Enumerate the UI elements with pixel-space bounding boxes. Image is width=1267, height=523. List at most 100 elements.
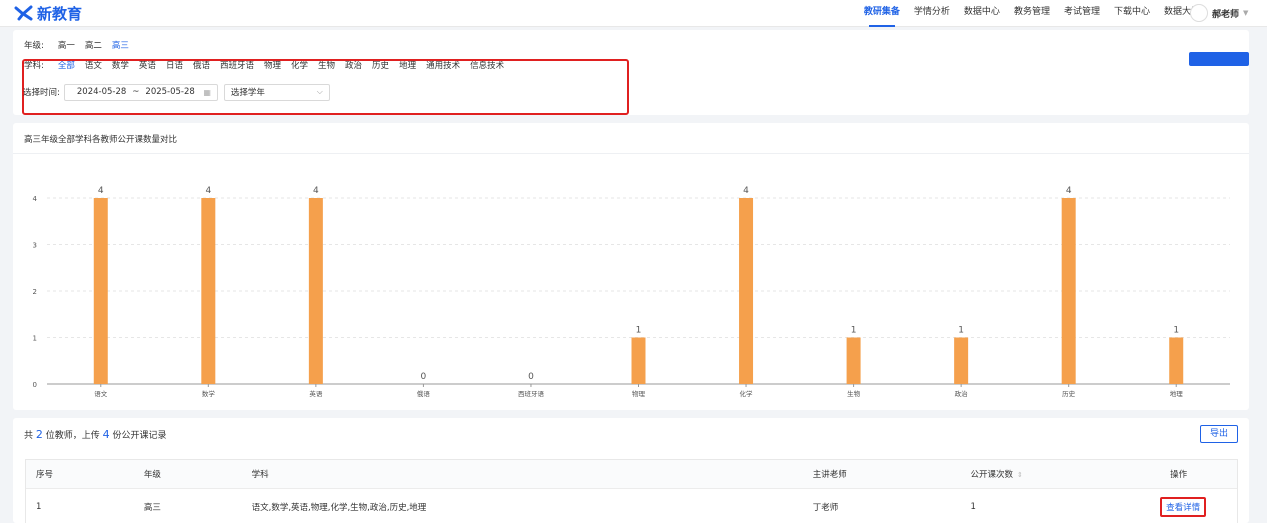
y-tick-label-3: 3 (33, 242, 37, 250)
subject-filter: 学科: 全部 语文 数学 英语 日语 俄语 西班牙语 物理 化学 生物 政治 历史 地理 通用技术 信息技术 (24, 58, 514, 72)
school-year-select[interactable]: 选择学年 ⌵ (223, 83, 330, 101)
avatar (1190, 4, 1208, 22)
data-label-3: 0 (421, 372, 427, 382)
nav-item-jiaoyan[interactable]: 教研集备 (857, 0, 907, 27)
chart-panel: 高三年级全部学科各教师公开课数量对比 0 1 2 3 4 4 语文 4 数学 4 英语 0 俄语 0 西班牙… (13, 123, 1249, 410)
grade-filter-label: 年级: (24, 41, 44, 51)
school-year-placeholder: 选择学年 (230, 88, 265, 98)
teacher-count: 2 (35, 428, 43, 441)
nav-item-download[interactable]: 下载中心 (1107, 0, 1157, 26)
bar-chart: 0 1 2 3 4 4 语文 4 数学 4 英语 0 俄语 0 西班牙语 1 物理 4 化学 1 生物 1 政治 4 历史 1 地理 (33, 186, 1230, 398)
x-tick-label-1: 数学 (202, 389, 216, 398)
brand-logo[interactable]: 新教育 (14, 3, 82, 23)
records-panel: 共 2 位教师，上传 4 份公开课记录 导出 序号 年级 学科 主讲老师 公开课… (13, 418, 1249, 523)
export-button[interactable]: 导出 (1200, 425, 1238, 443)
date-start: 2024-05-28 (76, 87, 127, 97)
header-teacher: 主讲老师 (812, 470, 847, 480)
subject-option-10[interactable]: 政治 (345, 59, 362, 71)
brand-name: 新教育 (37, 4, 83, 23)
subject-option-14[interactable]: 信息技术 (470, 59, 504, 71)
subject-option-8[interactable]: 化学 (291, 59, 308, 71)
bar-5 (631, 337, 646, 384)
y-tick-label-4: 4 (33, 195, 38, 203)
nav-item-exam[interactable]: 考试管理 (1057, 0, 1107, 26)
top-action-button[interactable] (1189, 52, 1249, 66)
cell-grade: 高三 (143, 502, 161, 513)
time-filter-label: 选择时间: (23, 88, 60, 98)
header-index: 序号 (36, 470, 54, 480)
subject-option-9[interactable]: 生物 (318, 59, 335, 71)
subject-option-4[interactable]: 日语 (166, 59, 183, 71)
nav-item-xueqing[interactable]: 学情分析 (907, 0, 957, 26)
records-table: 序号 年级 学科 主讲老师 公开课次数 ⇕ 操作 1 高三 语文,数学,英语,物理… (25, 459, 1238, 523)
header-count[interactable]: 公开课次数 ⇕ (960, 468, 1160, 480)
chevron-down-icon: ▼ (1243, 9, 1249, 17)
summary-prefix: 共 (24, 431, 34, 441)
subject-option-12[interactable]: 地理 (399, 59, 416, 71)
sort-icon[interactable]: ⇕ (1017, 471, 1023, 479)
cell-count: 1 (970, 501, 976, 512)
data-label-10: 1 (1173, 326, 1179, 336)
y-tick-label-1: 1 (33, 335, 37, 343)
subject-option-2[interactable]: 数学 (112, 59, 129, 71)
subject-filter-label: 学科: (24, 61, 44, 71)
data-label-2: 4 (313, 186, 319, 196)
x-tick-label-9: 历史 (1062, 389, 1076, 398)
table-header: 序号 年级 学科 主讲老师 公开课次数 ⇕ 操作 (26, 460, 1237, 489)
data-label-9: 4 (1066, 186, 1072, 196)
x-tick-label-3: 俄语 (417, 389, 431, 398)
subject-option-5[interactable]: 俄语 (193, 59, 210, 71)
grade-option-2[interactable]: 高二 (85, 39, 102, 51)
subject-option-11[interactable]: 历史 (372, 59, 389, 71)
bar-9 (1061, 198, 1076, 384)
cell-action: 查看详情 (1160, 496, 1237, 517)
nav-item-data-center[interactable]: 数据中心 (957, 0, 1007, 26)
summary-mid: 位教师，上传 (45, 431, 100, 441)
subject-option-7[interactable]: 物理 (264, 59, 281, 71)
subject-option-0[interactable]: 全部 (58, 59, 75, 71)
data-label-0: 4 (98, 186, 104, 196)
chevron-down-icon: ⌵ (316, 87, 323, 96)
x-tick-label-8: 政治 (955, 389, 969, 398)
subject-option-3[interactable]: 英语 (139, 59, 156, 71)
y-tick-label-0: 0 (33, 381, 37, 389)
cell-teacher: 丁老师 (812, 502, 839, 513)
date-range-picker[interactable]: 2024-05-28 ~ 2025-05-28 ▦ (63, 83, 218, 101)
subject-option-13[interactable]: 通用技术 (426, 59, 460, 71)
grade-option-3[interactable]: 高三 (112, 39, 129, 51)
user-name: 郝老师 (1212, 9, 1240, 20)
cell-index: 1 (36, 501, 42, 512)
subject-option-6[interactable]: 西班牙语 (220, 59, 254, 71)
x-tick-label-7: 生物 (847, 389, 861, 398)
bar-6 (739, 198, 754, 384)
data-label-6: 4 (743, 186, 749, 196)
view-detail-button[interactable]: 查看详情 (1160, 496, 1207, 517)
main-nav: 教研集备 学情分析 数据中心 教务管理 考试管理 下载中心 数据大屏 (857, 0, 1207, 27)
data-label-4: 0 (528, 372, 534, 382)
header-grade: 年级 (143, 470, 161, 480)
bar-10 (1169, 337, 1184, 384)
x-tick-label-6: 化学 (740, 389, 754, 398)
x-tick-label-10: 地理 (1170, 389, 1184, 398)
data-label-1: 4 (205, 186, 211, 196)
x-tick-label-0: 语文 (94, 389, 108, 398)
time-filter: 选择时间: 2024-05-28 ~ 2025-05-28 ▦ 选择学年 ⌵ (23, 83, 330, 101)
subject-option-1[interactable]: 语文 (85, 59, 102, 71)
x-tick-label-4: 西班牙语 (518, 389, 545, 398)
table-row: 1 高三 语文,数学,英语,物理,化学,生物,政治,历史,地理 丁老师 1 查看… (26, 489, 1237, 523)
logo-icon (14, 5, 33, 21)
user-menu[interactable]: 郝老师 ▼ (1190, 2, 1248, 24)
bar-7 (846, 337, 861, 384)
x-tick-label-2: 英语 (309, 389, 323, 398)
grade-option-1[interactable]: 高一 (58, 39, 75, 51)
nav-item-jiaowu[interactable]: 教务管理 (1007, 0, 1057, 26)
header-subject: 学科 (251, 470, 269, 480)
filter-panel: 年级: 高一 高二 高三 学科: 全部 语文 数学 英语 日语 俄语 西班牙语 物理 化学 生物政… (13, 30, 1249, 115)
bar-2 (308, 198, 323, 384)
data-label-7: 1 (851, 326, 857, 336)
data-label-8: 1 (958, 326, 964, 336)
bar-0 (93, 198, 108, 384)
top-bar: 新教育 教研集备 学情分析 数据中心 教务管理 考试管理 下载中心 数据大屏 郝… (0, 0, 1267, 27)
records-summary: 共 2 位教师，上传 4 份公开课记录 (24, 428, 167, 441)
header-action: 操作 (1170, 470, 1188, 480)
